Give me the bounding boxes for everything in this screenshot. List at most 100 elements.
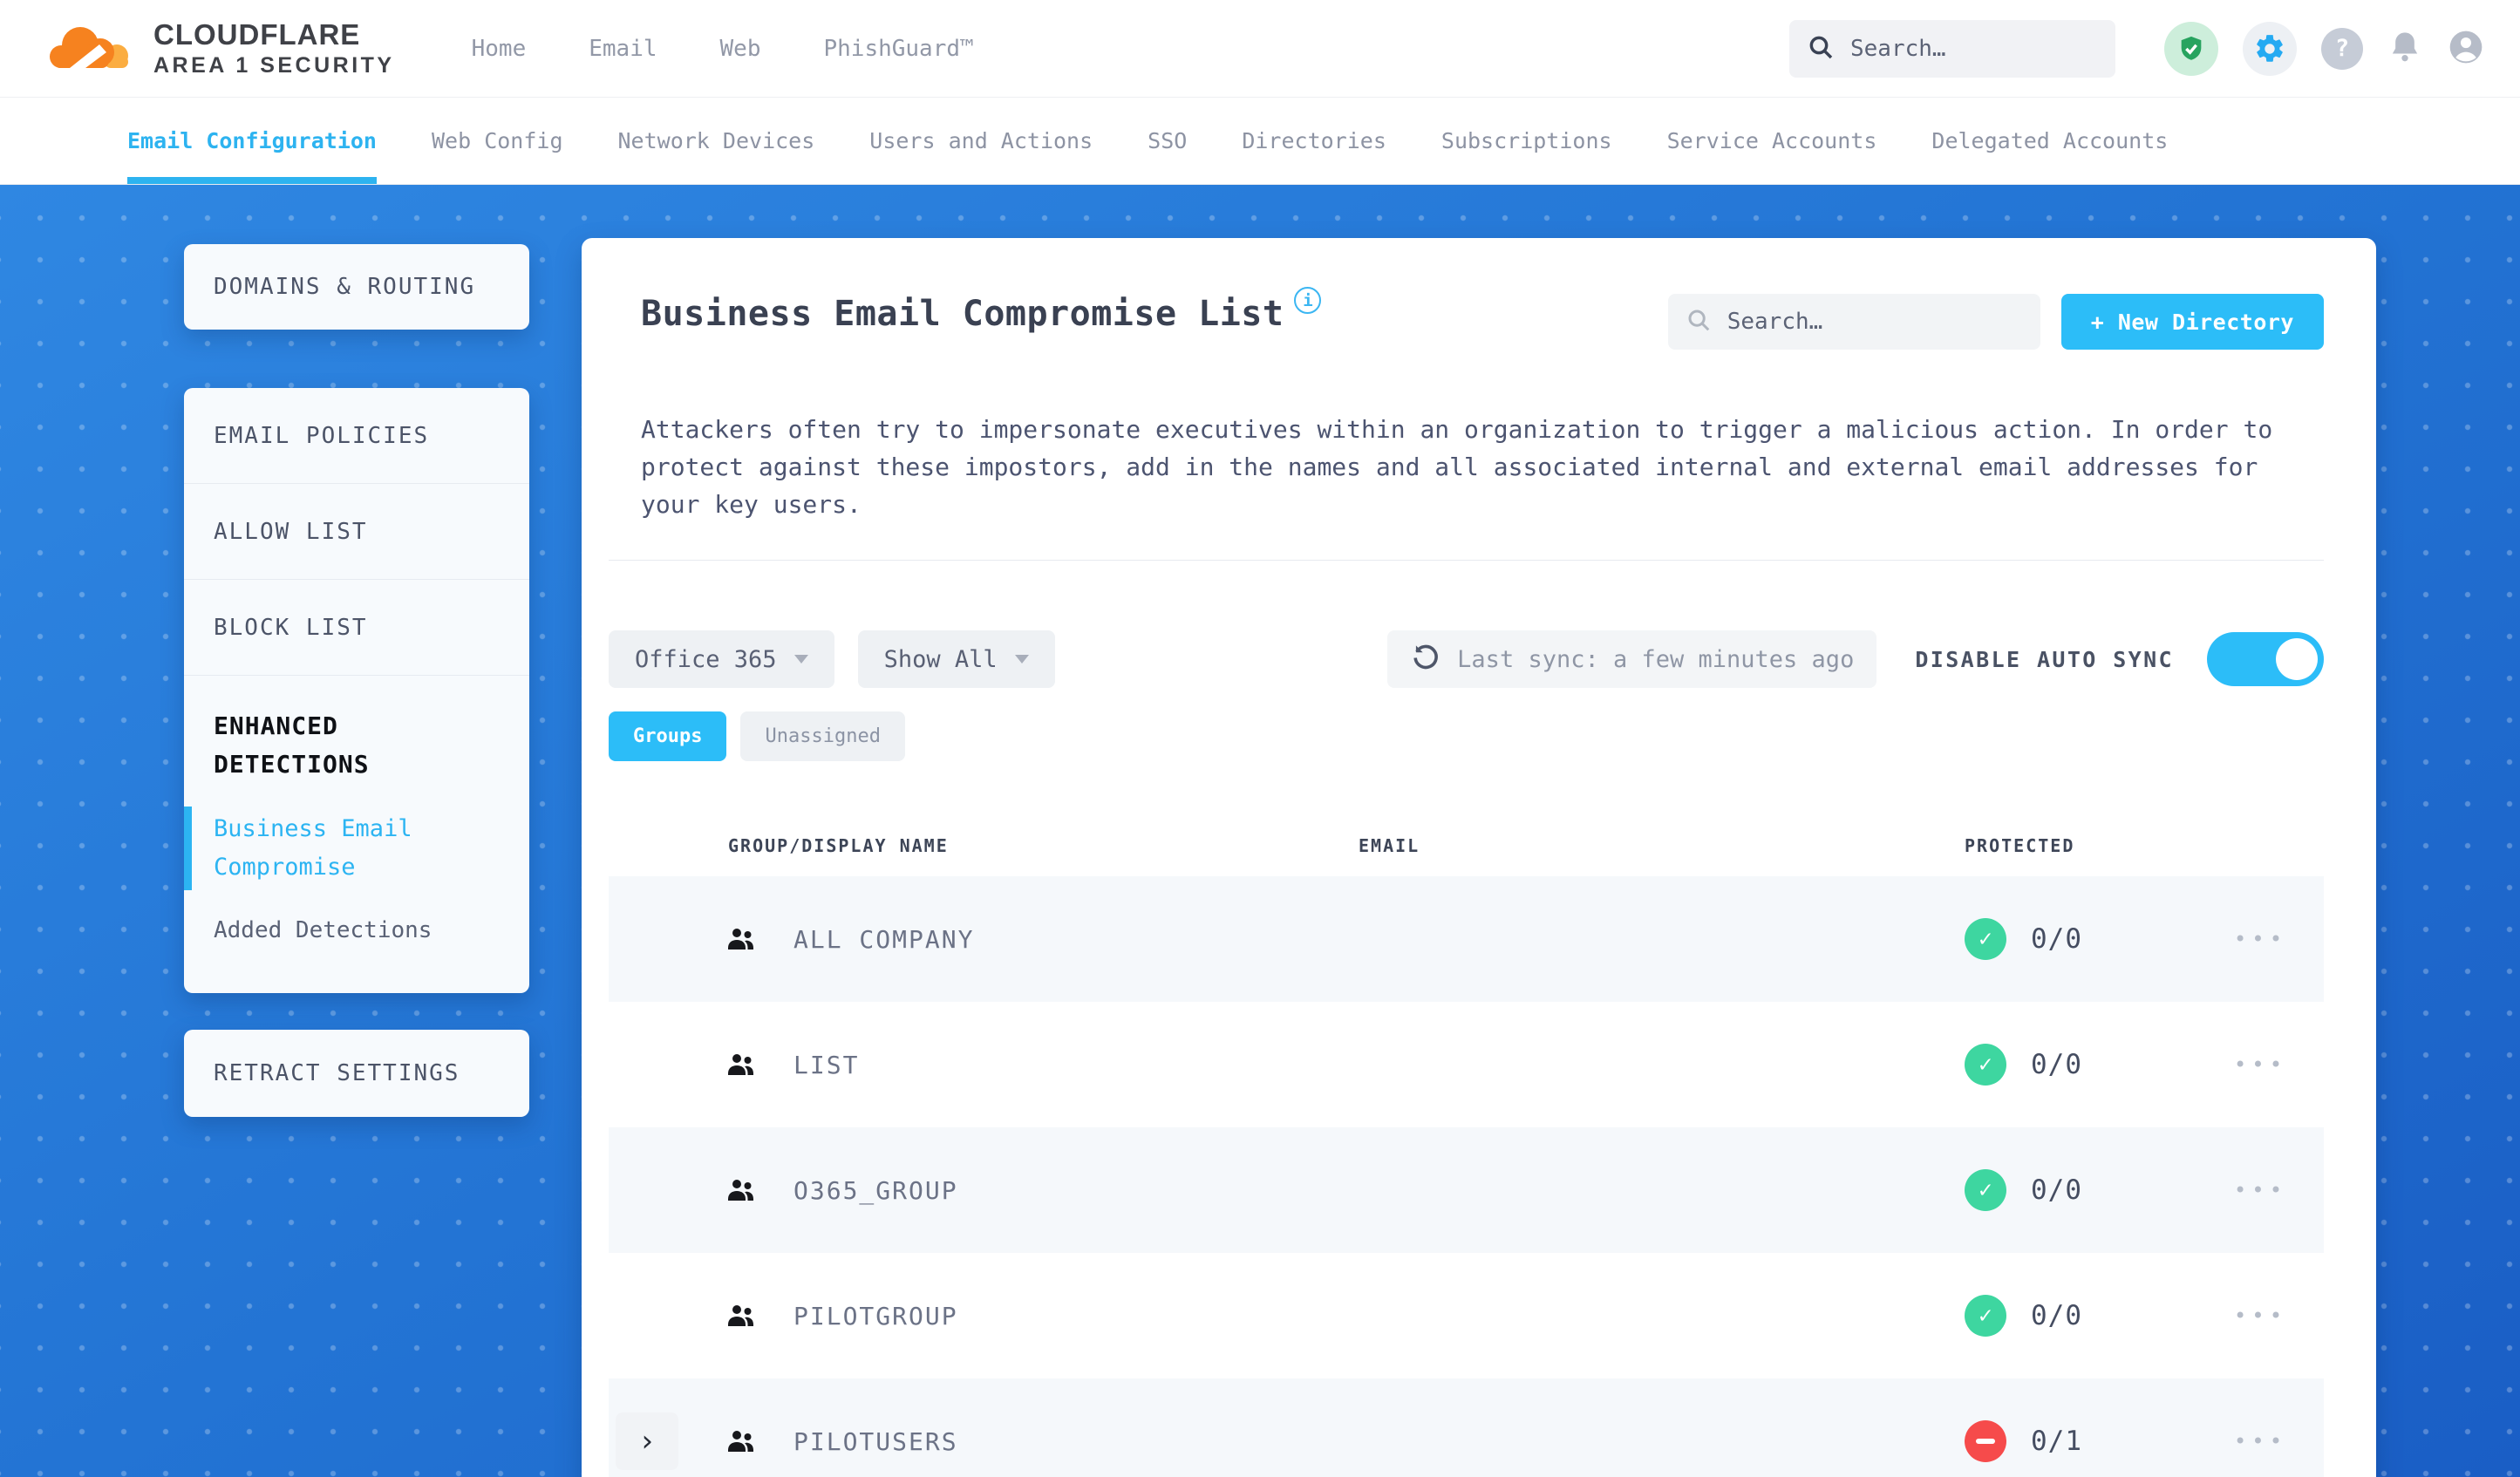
group-name: LIST [793, 1050, 860, 1079]
toggle-knob [2276, 638, 2318, 680]
card-header: Business Email Compromise List i + New D… [641, 287, 2324, 350]
group-name: O365_GROUP [793, 1175, 958, 1205]
last-sync-button[interactable]: Last sync: a few minutes ago [1387, 630, 1877, 688]
search-icon [1686, 307, 1712, 337]
tab-email-configuration[interactable]: Email Configuration [127, 98, 377, 184]
brand-line2: AREA 1 SECURITY [153, 53, 395, 78]
main-content-card: Business Email Compromise List i + New D… [582, 238, 2376, 1477]
protected-count: 0/0 [2031, 1300, 2082, 1331]
table-row[interactable]: O365_GROUP ✓ 0/0 ••• [609, 1127, 2324, 1253]
group-name: PILOTUSERS [793, 1426, 958, 1456]
column-header-group-display-name: GROUP/DISPLAY NAME [728, 835, 949, 856]
chevron-down-icon [793, 655, 808, 664]
header-actions: + New Directory [1667, 294, 2324, 350]
sidebar-item-retract-settings[interactable]: RETRACT SETTINGS [184, 1030, 529, 1117]
new-directory-button[interactable]: + New Directory [2060, 294, 2324, 350]
protected-cell: ✓ 0/0 [1944, 918, 2197, 960]
protected-cell: ✓ 0/0 [1944, 1044, 2197, 1086]
row-menu-kebab-icon[interactable]: ••• [2197, 927, 2324, 951]
sidebar-link-label: Business Email Compromise [214, 815, 412, 881]
protected-count: 0/0 [2031, 1174, 2082, 1206]
group-tabs: Groups Unassigned [609, 711, 2324, 761]
table-header: GROUP/DISPLAY NAME EMAIL PROTECTED [609, 815, 2324, 876]
tab-users-and-actions[interactable]: Users and Actions [869, 98, 1093, 184]
top-nav: Home Email Web PhishGuard™ [472, 36, 974, 62]
active-tab-underline [127, 177, 377, 184]
sidebar-item-added-detections[interactable]: Added Detections [214, 911, 500, 972]
directory-filter-dropdown[interactable]: Office 365 [609, 630, 834, 688]
tab-network-devices[interactable]: Network Devices [618, 98, 815, 184]
divider [609, 560, 2324, 561]
group-name: PILOTGROUP [793, 1301, 958, 1331]
shield-check-icon[interactable] [2164, 21, 2218, 76]
chevron-down-icon [1014, 655, 1029, 664]
global-search[interactable] [1789, 19, 2115, 78]
group-name: ALL COMPANY [793, 924, 975, 954]
info-icon[interactable]: i [1294, 287, 1322, 314]
sidebar-item-enhanced-detections[interactable]: ENHANCED DETECTIONS [214, 707, 475, 784]
cloudflare-logo[interactable]: CLOUDFLARE AREA 1 SECURITY [49, 18, 395, 78]
help-icon[interactable]: ? [2321, 27, 2363, 70]
table-row[interactable]: LIST ✓ 0/0 ••• [609, 1002, 2324, 1127]
table-row[interactable]: › PILOTUSERS 0/1 ••• [609, 1378, 2324, 1477]
tab-delegated-accounts[interactable]: Delegated Accounts [1931, 98, 2168, 184]
tab-sso[interactable]: SSO [1148, 98, 1187, 184]
bell-icon[interactable] [2387, 30, 2422, 68]
row-menu-kebab-icon[interactable]: ••• [2197, 1303, 2324, 1328]
row-menu-kebab-icon[interactable]: ••• [2197, 1178, 2324, 1202]
protected-cell: ✓ 0/0 [1944, 1295, 2197, 1337]
top-header: CLOUDFLARE AREA 1 SECURITY Home Email We… [0, 0, 2520, 98]
minus-icon [1976, 1439, 1995, 1444]
sidebar-item-business-email-compromise[interactable]: Business Email Compromise [184, 807, 440, 890]
gear-icon[interactable] [2243, 21, 2297, 76]
header-right: ? [1789, 19, 2485, 78]
directory-filter-value: Office 365 [635, 645, 777, 673]
controls-row: Office 365 Show All Last sync: a few min… [609, 630, 2324, 688]
top-nav-email[interactable]: Email [589, 36, 657, 62]
header-icons: ? [2164, 21, 2485, 76]
group-people-icon [689, 1049, 793, 1080]
protected-cell: 0/1 [1944, 1420, 2197, 1462]
tab-web-config[interactable]: Web Config [432, 98, 563, 184]
brand-text: CLOUDFLARE AREA 1 SECURITY [153, 18, 395, 78]
page-title: Business Email Compromise List [641, 294, 1284, 334]
brand-line1: CLOUDFLARE [153, 18, 361, 51]
table-row[interactable]: PILOTGROUP ✓ 0/0 ••• [609, 1253, 2324, 1378]
last-sync-text: Last sync: a few minutes ago [1457, 645, 1855, 673]
cloudflare-cloud-icon [49, 21, 140, 77]
sidebar-item-block-list[interactable]: BLOCK LIST [184, 580, 529, 676]
top-nav-phishguard[interactable]: PhishGuard™ [823, 36, 973, 62]
protected-count: 0/0 [2031, 923, 2082, 955]
protected-check-badge: ✓ [1965, 1044, 2006, 1086]
sidebar-item-allow-list[interactable]: ALLOW LIST [184, 484, 529, 580]
protected-check-badge: ✓ [1965, 1295, 2006, 1337]
tab-groups[interactable]: Groups [609, 711, 727, 761]
tab-service-accounts[interactable]: Service Accounts [1667, 98, 1877, 184]
protected-cell: ✓ 0/0 [1944, 1169, 2197, 1211]
show-filter-dropdown[interactable]: Show All [857, 630, 1055, 688]
active-indicator [184, 807, 192, 890]
row-menu-kebab-icon[interactable]: ••• [2197, 1052, 2324, 1077]
sidebar-item-email-policies[interactable]: EMAIL POLICIES [184, 388, 529, 484]
top-nav-web[interactable]: Web [720, 36, 761, 62]
tab-unassigned[interactable]: Unassigned [740, 711, 905, 761]
auto-sync-label: DISABLE AUTO SYNC [1915, 646, 2174, 672]
sidebar-enhanced-detections: ENHANCED DETECTIONS Business Email Compr… [184, 676, 529, 972]
group-people-icon [689, 923, 793, 955]
protected-count: 0/0 [2031, 1049, 2082, 1080]
list-search[interactable] [1667, 294, 2040, 350]
search-icon [1807, 33, 1835, 65]
top-nav-home[interactable]: Home [472, 36, 527, 62]
auto-sync-toggle[interactable] [2207, 632, 2324, 686]
list-search-input[interactable] [1727, 309, 2023, 335]
row-menu-kebab-icon[interactable]: ••• [2197, 1429, 2324, 1453]
table-row[interactable]: ALL COMPANY ✓ 0/0 ••• [609, 876, 2324, 1002]
sidebar-item-domains-routing[interactable]: DOMAINS & ROUTING [184, 244, 529, 330]
tab-directories[interactable]: Directories [1242, 98, 1386, 184]
global-search-input[interactable] [1850, 35, 2098, 62]
column-header-email: EMAIL [1359, 835, 1420, 856]
tab-subscriptions[interactable]: Subscriptions [1441, 98, 1612, 184]
expand-row-button[interactable]: › [616, 1412, 678, 1470]
avatar-icon[interactable] [2447, 28, 2485, 70]
protected-count: 0/1 [2031, 1426, 2082, 1457]
